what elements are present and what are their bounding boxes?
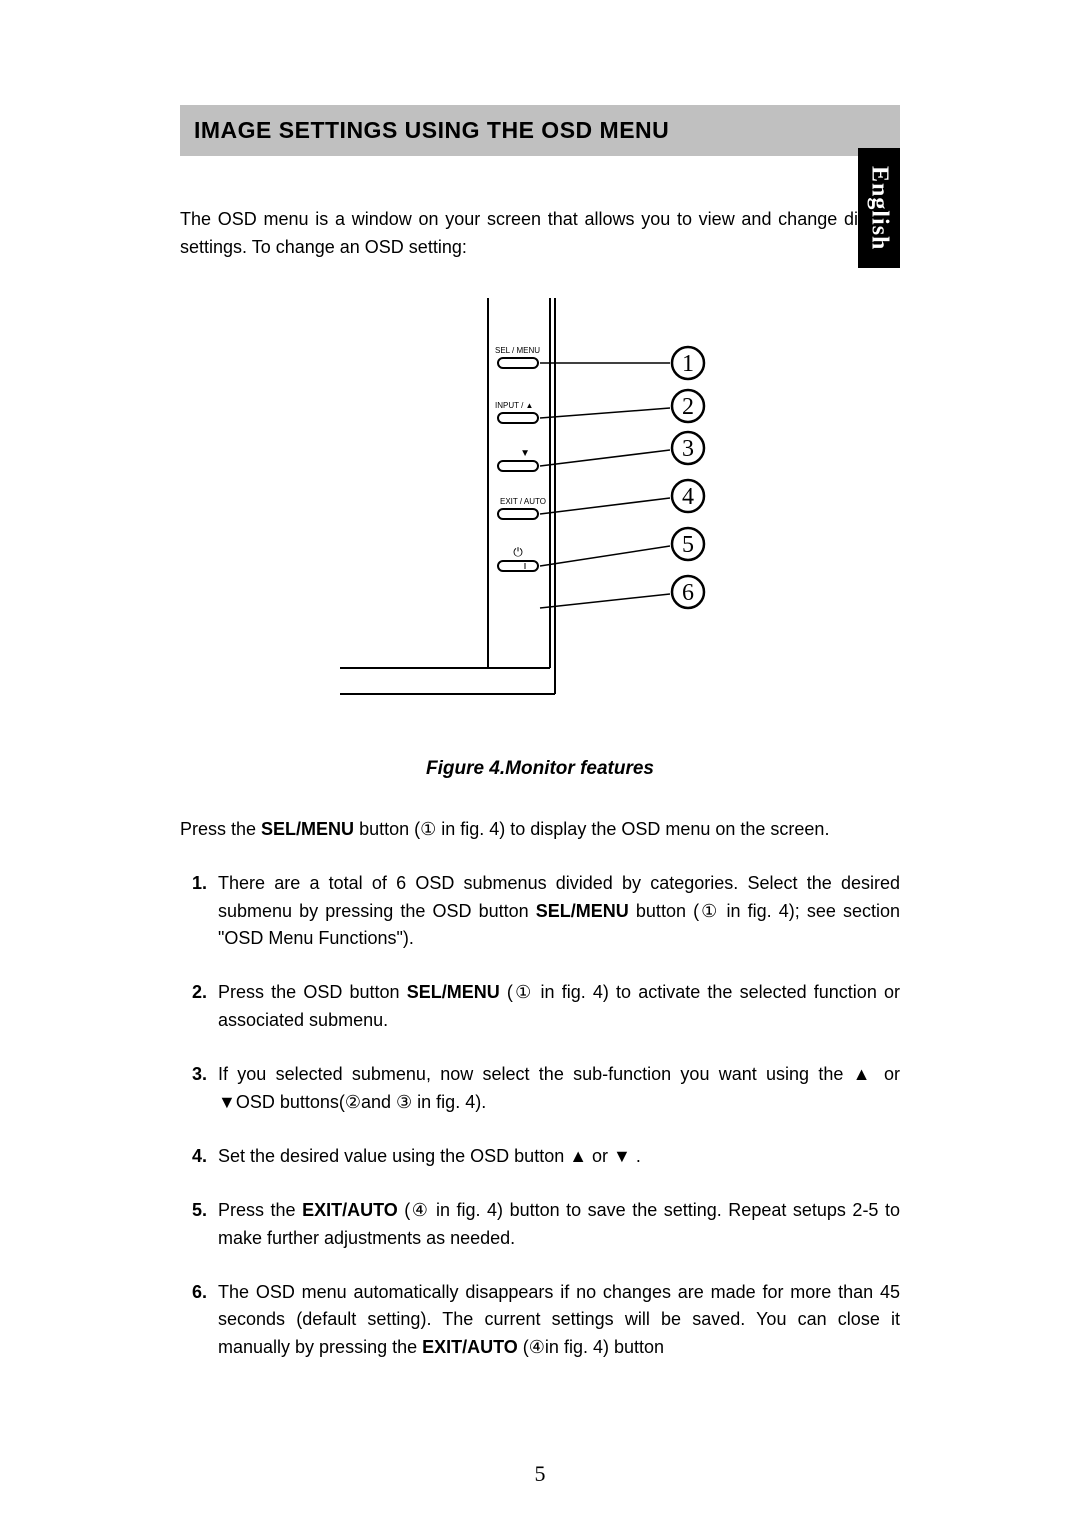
press-pre: Press the: [180, 819, 261, 839]
callout-3: 3: [682, 436, 694, 462]
power-icon: ⏻: [513, 545, 523, 559]
step-1-btn: SEL/MENU: [536, 901, 629, 921]
press-post: button (① in fig. 4) to display the OSD …: [354, 819, 829, 839]
step-5-btn: EXIT/AUTO: [302, 1200, 398, 1220]
label-sel-menu: SEL / MENU: [495, 346, 540, 355]
step-5: Press the EXIT/AUTO (④ in fig. 4) button…: [212, 1197, 900, 1253]
section-heading: IMAGE SETTINGS USING THE OSD MENU: [180, 105, 900, 156]
intro-paragraph: The OSD menu is a window on your screen …: [180, 206, 900, 262]
figure-caption: Figure 4.Monitor features: [180, 758, 900, 780]
step-6-btn: EXIT/AUTO: [422, 1337, 518, 1357]
step-2-btn: SEL/MENU: [407, 982, 500, 1002]
document-page: IMAGE SETTINGS USING THE OSD MENU Englis…: [0, 0, 1080, 1529]
callout-2: 2: [682, 394, 694, 420]
monitor-features-diagram: SEL / MENU INPUT / ▲ ▼ EXIT / AUTO ⏻ 1: [330, 298, 750, 708]
callout-4: 4: [682, 484, 694, 510]
press-btn: SEL/MENU: [261, 819, 354, 839]
steps-list: There are a total of 6 OSD submenus divi…: [180, 870, 900, 1363]
step-3-text: If you selected submenu, now select the …: [218, 1064, 900, 1112]
step-4-text: Set the desired value using the OSD butt…: [218, 1146, 641, 1166]
label-exit-auto: EXIT / AUTO: [500, 497, 546, 506]
figure-container: SEL / MENU INPUT / ▲ ▼ EXIT / AUTO ⏻ 1: [180, 298, 900, 708]
step-3: If you selected submenu, now select the …: [212, 1061, 900, 1117]
callout-1: 1: [682, 351, 694, 377]
press-instruction: Press the SEL/MENU button (① in fig. 4) …: [180, 816, 900, 844]
label-down: ▼: [520, 448, 530, 459]
step-5-pre: Press the: [218, 1200, 302, 1220]
step-4: Set the desired value using the OSD butt…: [212, 1143, 900, 1171]
step-2: Press the OSD button SEL/MENU (① in fig.…: [212, 979, 900, 1035]
language-tab: English: [858, 148, 900, 268]
page-number: 5: [0, 1461, 1080, 1487]
callout-6: 6: [682, 580, 694, 606]
label-input-up: INPUT / ▲: [495, 401, 533, 410]
step-1: There are a total of 6 OSD submenus divi…: [212, 870, 900, 954]
callouts: 1 2 3 4 5 6: [540, 347, 704, 608]
step-6: The OSD menu automatically disappears if…: [212, 1279, 900, 1363]
caption-text: Monitor features: [505, 758, 654, 779]
step-6-post: (④in fig. 4) button: [518, 1337, 664, 1357]
callout-5: 5: [682, 532, 694, 558]
step-2-pre: Press the OSD button: [218, 982, 407, 1002]
caption-prefix: Figure 4.: [426, 758, 505, 779]
